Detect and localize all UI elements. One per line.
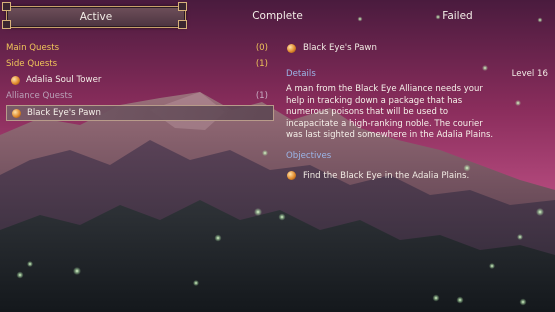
quest-description: A man from the Black Eye Alliance needs … [286, 84, 494, 140]
quest-title-text: Black Eye's Pawn [303, 43, 377, 53]
quest-orb-icon [11, 75, 20, 85]
category-count: (1) [255, 59, 268, 69]
quest-item-black-eyes-pawn[interactable]: Black Eye's Pawn [6, 105, 274, 121]
tab-active[interactable]: Active [6, 6, 186, 28]
category-count: (1) [255, 91, 268, 101]
quest-tabs: Active Complete Failed [0, 0, 555, 32]
objectives-heading: Objectives [286, 150, 332, 161]
objective-text: Find the Black Eye in the Adalia Plains. [303, 170, 470, 181]
quest-item-label: Adalia Soul Tower [26, 75, 102, 85]
category-main-quests[interactable]: Main Quests (0) [6, 40, 272, 56]
quest-orb-icon [12, 108, 21, 118]
quest-title: Black Eye's Pawn [286, 40, 548, 56]
category-label: Alliance Quests [6, 91, 73, 101]
tab-corner-ornament [178, 2, 187, 11]
quest-item-label: Black Eye's Pawn [27, 108, 101, 118]
category-label: Side Quests [6, 59, 58, 69]
tab-corner-ornament [178, 20, 187, 29]
details-heading: Details Level 16 [286, 67, 548, 81]
quest-level: Level 16 [511, 69, 548, 79]
tab-failed[interactable]: Failed [390, 6, 525, 26]
category-label: Main Quests [6, 43, 60, 53]
objective-orb-icon [287, 171, 296, 180]
details-label: Details [286, 69, 316, 79]
category-alliance-quests[interactable]: Alliance Quests (1) [6, 88, 272, 104]
tab-complete[interactable]: Complete [205, 6, 350, 26]
quest-orb-icon [287, 43, 296, 53]
tab-corner-ornament [2, 20, 11, 29]
quest-item-adalia-soul-tower[interactable]: Adalia Soul Tower [6, 72, 272, 88]
quest-details-panel: Black Eye's Pawn Details Level 16 A man … [286, 40, 548, 184]
quest-list: Main Quests (0) Side Quests (1) Adalia S… [6, 40, 274, 121]
category-count: (0) [255, 43, 268, 53]
category-side-quests[interactable]: Side Quests (1) [6, 56, 272, 72]
objective-item: Find the Black Eye in the Adalia Plains. [286, 168, 548, 184]
tab-corner-ornament [2, 2, 11, 11]
